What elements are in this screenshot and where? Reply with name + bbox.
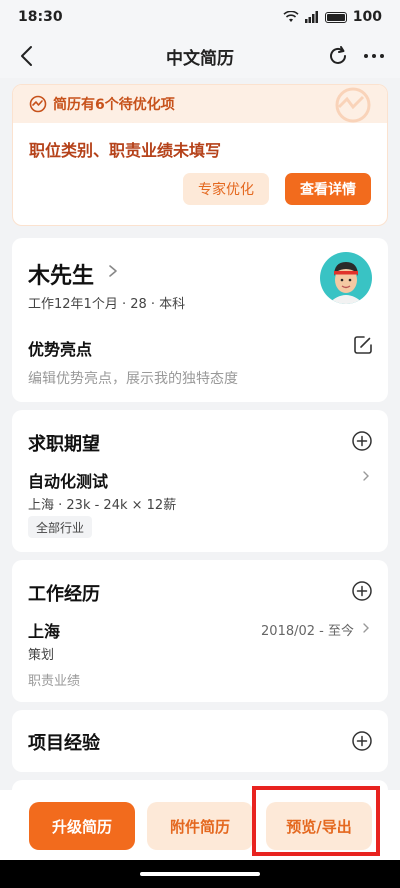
status-bar: 18:30 100 xyxy=(0,0,400,34)
job-expectation-title: 求职期望 xyxy=(28,434,100,455)
highlight-box xyxy=(252,786,380,856)
work-role: 策划 xyxy=(28,648,55,663)
chart-pulse-icon xyxy=(29,95,47,113)
optimize-count-text: 简历有6个待优化项 xyxy=(53,97,175,113)
avatar[interactable] xyxy=(320,252,372,304)
add-circle-icon[interactable] xyxy=(351,580,373,602)
upgrade-resume-button[interactable]: 升级简历 xyxy=(29,802,135,850)
work-experience-card: 工作经历 上海 2018/02 - 至今 策划 职责业绩 xyxy=(12,560,388,702)
home-indicator-bar xyxy=(0,860,400,888)
add-circle-icon[interactable] xyxy=(351,730,373,752)
industry-tag: 全部行业 xyxy=(28,516,93,538)
project-experience-card: 项目经验 xyxy=(12,710,388,772)
work-date-range: 2018/02 - 至今 xyxy=(261,624,354,639)
avatar-illustration xyxy=(320,252,372,304)
more-icon[interactable] xyxy=(360,42,388,70)
profile-card[interactable]: 木先生 工作12年1个月 · 28 · 本科 优势亮点 编辑优势亮点，展示我的独… xyxy=(12,238,388,402)
strength-title: 优势亮点 xyxy=(28,340,93,359)
chevron-right-icon[interactable] xyxy=(360,622,372,634)
optimize-card: 简历有6个待优化项 职位类别、职责业绩未填写 专家优化 查看详情 xyxy=(12,84,388,226)
refresh-icon[interactable] xyxy=(324,42,352,70)
job-expectation-card: 求职期望 自动化测试 上海 · 23k - 24k × 12薪 全部行业 xyxy=(12,410,388,552)
expected-job-detail: 上海 · 23k - 24k × 12薪 xyxy=(28,498,177,513)
work-company[interactable]: 上海 xyxy=(28,618,60,642)
wifi-icon xyxy=(283,11,299,22)
user-meta: 工作12年1个月 · 28 · 本科 xyxy=(28,297,186,312)
expected-job-title[interactable]: 自动化测试 xyxy=(28,468,108,492)
expert-optimize-button[interactable]: 专家优化 xyxy=(183,173,269,205)
project-experience-title: 项目经验 xyxy=(28,733,100,754)
strength-placeholder[interactable]: 编辑优势亮点，展示我的独特态度 xyxy=(28,368,238,388)
work-experience-title: 工作经历 xyxy=(28,584,100,605)
chevron-right-icon[interactable] xyxy=(106,264,120,278)
status-icons: 100 xyxy=(283,9,382,25)
user-name[interactable]: 木先生 xyxy=(28,258,94,290)
nav-bar: 中文简历 xyxy=(0,34,400,78)
optimize-header: 简历有6个待优化项 xyxy=(13,85,387,123)
view-details-button[interactable]: 查看详情 xyxy=(285,173,371,205)
attachment-resume-button[interactable]: 附件简历 xyxy=(147,802,253,850)
work-duty-placeholder[interactable]: 职责业绩 xyxy=(28,670,80,689)
edit-icon[interactable] xyxy=(352,334,374,356)
signal-icon xyxy=(304,11,318,23)
battery-icon xyxy=(324,11,347,23)
chevron-right-icon[interactable] xyxy=(360,470,372,482)
back-arrow-icon[interactable] xyxy=(14,42,42,70)
battery-level: 100 xyxy=(352,9,382,25)
status-time: 18:30 xyxy=(18,9,63,25)
watermark-icon xyxy=(335,87,371,123)
home-indicator[interactable] xyxy=(140,872,260,876)
add-circle-icon[interactable] xyxy=(351,430,373,452)
optimize-warning: 职位类别、职责业绩未填写 xyxy=(29,141,222,160)
